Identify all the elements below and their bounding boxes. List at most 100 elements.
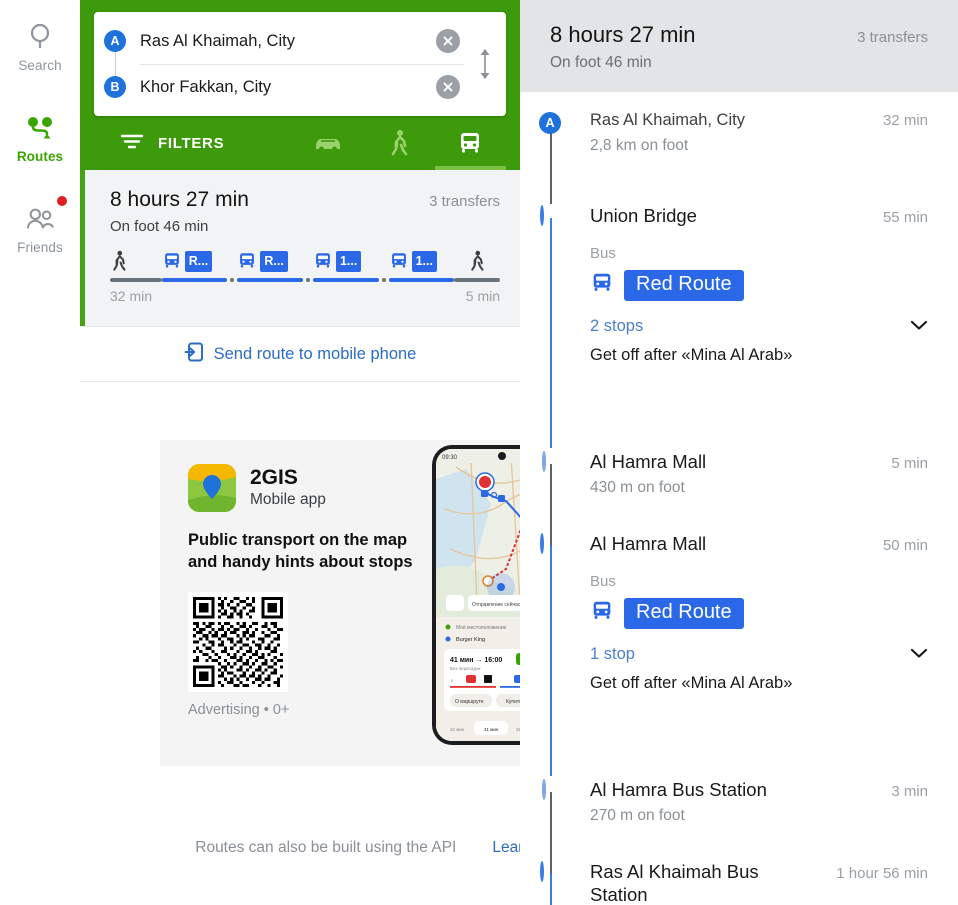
leg-bus-4: 1... xyxy=(388,249,455,282)
leg-line xyxy=(312,278,379,282)
route-pill-row: Red Route xyxy=(590,270,928,302)
stops-count: 2 stops xyxy=(590,317,644,336)
leg-times-row: 32 min 5 min xyxy=(110,288,500,304)
leg-icons xyxy=(110,249,162,273)
timeline-step-6[interactable]: Ras Al Khaimah Bus Station 1 hour 56 min xyxy=(540,860,928,905)
route-summary-section: 8 hours 27 min 3 transfers On foot 46 mi… xyxy=(80,170,520,326)
filters-button[interactable]: FILTERS xyxy=(94,132,292,155)
timeline-step-1[interactable]: A Ras Al Khaimah, City 32 min 2,8 km on … xyxy=(539,110,928,204)
tab-public-transport[interactable] xyxy=(434,116,506,170)
pedestrian-icon xyxy=(113,250,126,271)
leg-transfer-dot xyxy=(230,278,235,282)
stop-time: 55 min xyxy=(882,209,928,226)
send-route-button[interactable]: Send route to mobile phone xyxy=(80,326,520,382)
node-stop-ring xyxy=(540,205,544,226)
segment-line-bus xyxy=(550,546,552,776)
svg-text:О маршруте: О маршруте xyxy=(455,699,484,705)
search-header: A B xyxy=(80,0,520,170)
stop-name: Ras Al Khaimah Bus Station xyxy=(590,861,759,905)
leg-transfer-dot xyxy=(305,278,310,282)
stop-row: Al Hamra Bus Station 3 min xyxy=(590,778,928,801)
route-summary-card[interactable]: 8 hours 27 min 3 transfers On foot 46 mi… xyxy=(80,170,520,326)
timeline-step-5[interactable]: Al Hamra Bus Station 3 min 270 m on foot xyxy=(542,778,928,874)
sidebar-item-routes[interactable]: Routes xyxy=(0,105,80,170)
bus-icon xyxy=(461,133,480,153)
stop-row: Ras Al Khaimah, City 32 min xyxy=(590,110,928,131)
leg-bus-1: R... xyxy=(161,249,228,282)
filter-icon xyxy=(120,132,144,155)
leg-line xyxy=(454,278,500,282)
leg-transfer-dot xyxy=(381,278,386,282)
chevron-down-icon[interactable] xyxy=(910,646,928,664)
stops-toggle[interactable]: 1 stop xyxy=(590,645,928,664)
chevron-down-icon[interactable] xyxy=(910,318,928,336)
bus-icon xyxy=(240,253,255,268)
sidebar-item-friends[interactable]: Friends xyxy=(0,196,80,261)
svg-text:32 мин: 32 мин xyxy=(450,727,465,732)
leg-route-badge: 1... xyxy=(335,250,362,272)
clear-to-icon[interactable] xyxy=(436,75,460,99)
svg-text:41 мин: 41 мин xyxy=(484,727,499,732)
stop-time: 32 min xyxy=(882,112,928,129)
point-marker-a: A xyxy=(104,30,126,52)
svg-text:Без пересадок: Без пересадок xyxy=(450,666,480,671)
summary-top-row: 8 hours 27 min 3 transfers xyxy=(110,188,500,212)
tab-pedestrian[interactable] xyxy=(363,116,434,170)
stop-name: Al Hamra Mall xyxy=(590,533,707,554)
details-transfers: 3 transfers xyxy=(857,29,928,46)
notification-badge-dot xyxy=(57,196,67,206)
leg-walk-start xyxy=(110,249,162,282)
route-pill-row: Red Route xyxy=(590,598,928,630)
leg-icons: 1... xyxy=(313,249,379,273)
segment-line-bus xyxy=(550,218,552,448)
clear-from-icon[interactable] xyxy=(436,29,460,53)
routes-panel: A B xyxy=(80,0,600,905)
leg-bus-2: R... xyxy=(237,249,303,282)
ad-subtitle: Mobile app xyxy=(250,491,326,509)
bus-icon xyxy=(590,599,614,628)
leg-icons: R... xyxy=(162,249,228,273)
2gis-logo-icon xyxy=(188,464,236,512)
timeline-step-3[interactable]: Al Hamra Mall 5 min 430 m on foot xyxy=(542,450,928,546)
timeline-step-2[interactable]: Union Bridge 55 min Bus Red Route 2 stop… xyxy=(540,204,928,448)
friends-icon xyxy=(25,204,55,234)
to-input[interactable] xyxy=(140,77,436,97)
timeline-step-4[interactable]: Al Hamra Mall 50 min Bus Red Route 1 sto… xyxy=(540,532,928,776)
stops-toggle[interactable]: 2 stops xyxy=(590,317,928,336)
svg-text:41 мин → 16:00: 41 мин → 16:00 xyxy=(450,657,502,664)
route-details-panel: 8 hours 27 min 3 transfers On foot 46 mi… xyxy=(520,0,958,905)
swap-vertical-icon[interactable] xyxy=(468,18,502,110)
left-nav-rail: Search Routes Friends xyxy=(0,0,80,905)
svg-text:Моё местоположение: Моё местоположение xyxy=(456,625,507,631)
tab-car[interactable] xyxy=(292,116,363,170)
bus-icon xyxy=(316,253,330,268)
summary-transfers: 3 transfers xyxy=(429,193,500,210)
stop-time: 5 min xyxy=(891,455,928,472)
ring-marker xyxy=(540,533,544,554)
mode-tabs: FILTERS xyxy=(94,116,506,170)
sidebar-item-search[interactable]: Search xyxy=(0,14,80,79)
point-marker-a: A xyxy=(539,112,561,134)
route-badge[interactable]: Red Route xyxy=(624,598,744,630)
solid-marker xyxy=(542,451,546,472)
leg-line xyxy=(161,278,228,282)
leg-line xyxy=(237,278,303,282)
leg-icons: R... xyxy=(237,249,303,273)
from-input[interactable] xyxy=(140,31,436,51)
ring-marker xyxy=(540,861,544,882)
leg-icons xyxy=(454,249,500,273)
stop-name: Union Bridge xyxy=(590,205,697,226)
walk-distance: 270 m on foot xyxy=(590,807,685,825)
svg-text:09:30: 09:30 xyxy=(442,455,458,461)
route-legs-strip: R... R... 1... 1... xyxy=(110,249,500,282)
route-points-card: A B xyxy=(94,12,506,116)
get-off-hint: Get off after «Mina Al Arab» xyxy=(590,346,793,365)
route-badge[interactable]: Red Route xyxy=(624,270,744,302)
leg-route-badge: R... xyxy=(260,250,288,272)
stop-row: Ras Al Khaimah Bus Station 1 hour 56 min xyxy=(590,860,928,905)
route-point-to: B xyxy=(104,64,468,110)
segment-line-bus xyxy=(550,874,552,905)
stop-name: Al Hamra Mall xyxy=(590,451,707,472)
leg-time-end: 5 min xyxy=(465,288,500,304)
send-route-label: Send route to mobile phone xyxy=(213,344,417,363)
